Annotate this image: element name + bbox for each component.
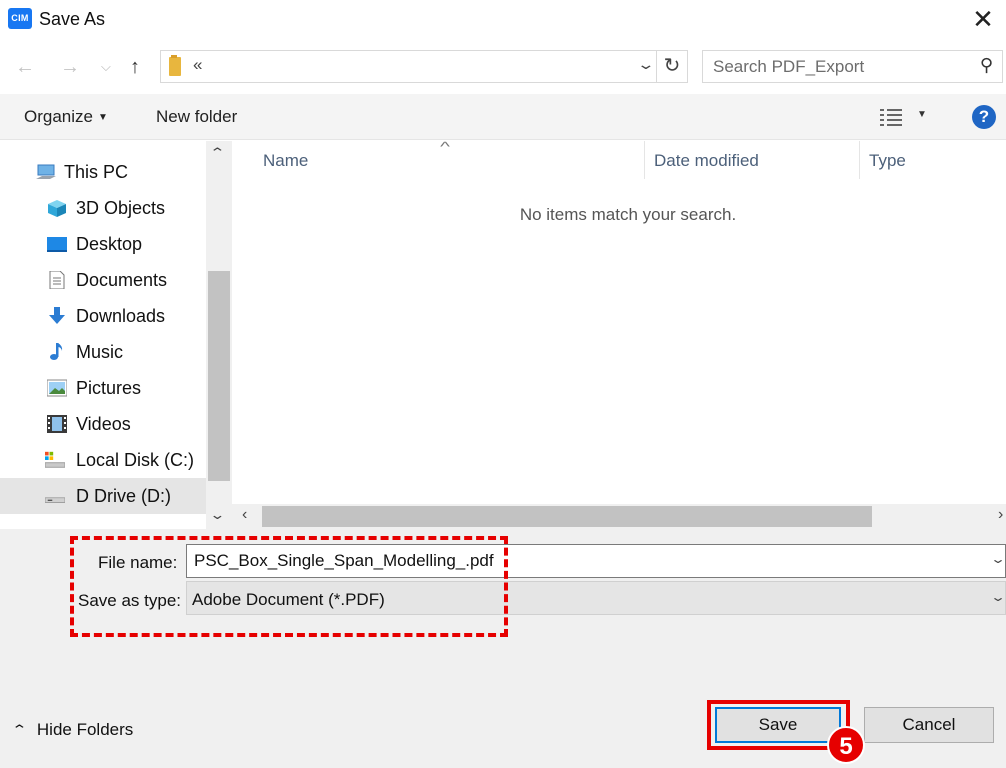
save-as-type-value: Adobe Document (*.PDF): [192, 590, 385, 609]
window-title: Save As: [39, 9, 106, 29]
music-icon: [50, 343, 63, 360]
picture-icon: [47, 379, 67, 397]
up-arrow-icon[interactable]: ↑: [130, 53, 140, 81]
address-bar[interactable]: « ⌄: [160, 50, 657, 83]
column-divider[interactable]: [859, 141, 860, 179]
sidebar-item-local-disk-c[interactable]: Local Disk (C:): [0, 442, 206, 478]
column-header-date-modified[interactable]: Date modified: [654, 151, 759, 171]
file-list: ^ Name Date modified Type No items match…: [232, 139, 1006, 529]
sidebar-item-label: Music: [76, 342, 124, 362]
drive-c-icon: [45, 451, 65, 468]
column-header-name[interactable]: Name: [263, 151, 308, 171]
forward-arrow-icon[interactable]: →: [60, 53, 80, 81]
sidebar-item-label: Documents: [76, 270, 168, 290]
sidebar-item-videos[interactable]: Videos: [0, 406, 206, 442]
chevron-down-icon[interactable]: ⌄: [990, 552, 1006, 566]
sidebar-item-this-pc[interactable]: This PC: [0, 154, 206, 190]
chevron-up-icon: ⌃: [11, 722, 28, 737]
sidebar-item-pictures[interactable]: Pictures: [0, 370, 206, 406]
file-name-combo[interactable]: ⌄: [186, 544, 1006, 578]
chevron-down-icon: ⌄: [989, 590, 1006, 604]
hide-folders-label: Hide Folders: [36, 720, 134, 739]
address-overflow[interactable]: «: [193, 55, 202, 75]
save-as-type-label: Save as type:: [78, 591, 182, 610]
computer-icon: [36, 164, 56, 179]
navigation-bar: ← → ⌵ ↑ « ⌄ ↻ ⚲: [0, 40, 1006, 94]
title-bar: CIM Save As ✕: [0, 0, 1006, 40]
navigation-pane-scrollbar[interactable]: ⌃ ⌄: [206, 141, 232, 529]
document-icon: [49, 271, 65, 289]
file-name-field[interactable]: [187, 545, 977, 577]
save-options-panel: File name: ⌄ Save as type: Adobe Documen…: [0, 529, 1006, 768]
chevron-down-icon[interactable]: ⌄: [637, 56, 656, 73]
sidebar-item-label: Local Disk (C:): [76, 450, 195, 470]
search-input[interactable]: [704, 52, 964, 81]
sidebar-item-label: This PC: [64, 162, 129, 182]
sidebar-item-3d-objects[interactable]: 3D Objects: [0, 190, 206, 226]
scroll-right-icon[interactable]: ›: [998, 506, 1003, 524]
help-icon[interactable]: ?: [972, 105, 996, 129]
column-header-type[interactable]: Type: [869, 151, 906, 171]
scrollbar-thumb[interactable]: [208, 271, 230, 481]
sidebar-item-desktop[interactable]: Desktop: [0, 226, 206, 262]
sidebar-item-documents[interactable]: Documents: [0, 262, 206, 298]
refresh-icon[interactable]: ↻: [657, 50, 688, 83]
column-divider[interactable]: [644, 141, 645, 179]
sort-ascending-icon: ^: [440, 139, 450, 154]
search-icon[interactable]: ⚲: [980, 55, 993, 76]
sidebar-item-label: D Drive (D:): [76, 486, 171, 506]
hide-folders-toggle[interactable]: ⌃ Hide Folders: [11, 720, 134, 740]
organize-menu[interactable]: Organize ▼: [24, 107, 108, 127]
sidebar-item-label: Pictures: [76, 378, 142, 398]
download-icon: [49, 307, 65, 324]
file-list-horizontal-scrollbar[interactable]: ‹ ›: [232, 504, 1006, 529]
empty-results-message: No items match your search.: [519, 205, 737, 224]
close-icon[interactable]: ✕: [966, 2, 1000, 36]
folder-icon: [169, 55, 181, 76]
recent-locations-chevron-icon[interactable]: ⌵: [101, 53, 111, 81]
desktop-icon: [47, 237, 67, 252]
search-box[interactable]: ⚲: [702, 50, 1003, 83]
scroll-up-icon[interactable]: ⌃: [209, 145, 225, 161]
save-button[interactable]: Save: [715, 707, 841, 743]
scroll-left-icon[interactable]: ‹: [242, 506, 247, 524]
back-arrow-icon[interactable]: ←: [15, 53, 35, 81]
navigation-pane: This PC 3D Objects Desktop Documents Dow…: [0, 141, 232, 529]
new-folder-button[interactable]: New folder: [156, 107, 237, 127]
file-name-label: File name:: [98, 553, 178, 572]
view-details-icon[interactable]: [880, 108, 902, 126]
app-icon: CIM: [8, 8, 32, 29]
view-options-caret-icon[interactable]: ▼: [917, 109, 927, 120]
step-number-badge: 5: [827, 726, 865, 764]
drive-d-icon: [45, 497, 65, 503]
sidebar-item-label: Downloads: [76, 306, 166, 326]
sidebar-item-label: 3D Objects: [76, 198, 166, 218]
cube-icon: [48, 200, 66, 217]
sidebar-item-downloads[interactable]: Downloads: [0, 298, 206, 334]
save-as-type-select[interactable]: Adobe Document (*.PDF) ⌄: [186, 581, 1006, 615]
organize-label: Organize: [24, 107, 93, 126]
sidebar-item-music[interactable]: Music: [0, 334, 206, 370]
cancel-button[interactable]: Cancel: [864, 707, 994, 743]
sidebar-item-label: Videos: [76, 414, 131, 434]
scroll-down-icon[interactable]: ⌄: [209, 507, 225, 523]
video-icon: [47, 415, 67, 433]
sidebar-item-label: Desktop: [76, 234, 143, 254]
command-toolbar: Organize ▼ New folder ▼ ?: [0, 94, 1006, 140]
scrollbar-thumb[interactable]: [262, 506, 872, 527]
caret-down-icon: ▼: [97, 112, 108, 123]
sidebar-item-d-drive[interactable]: D Drive (D:): [0, 478, 206, 514]
